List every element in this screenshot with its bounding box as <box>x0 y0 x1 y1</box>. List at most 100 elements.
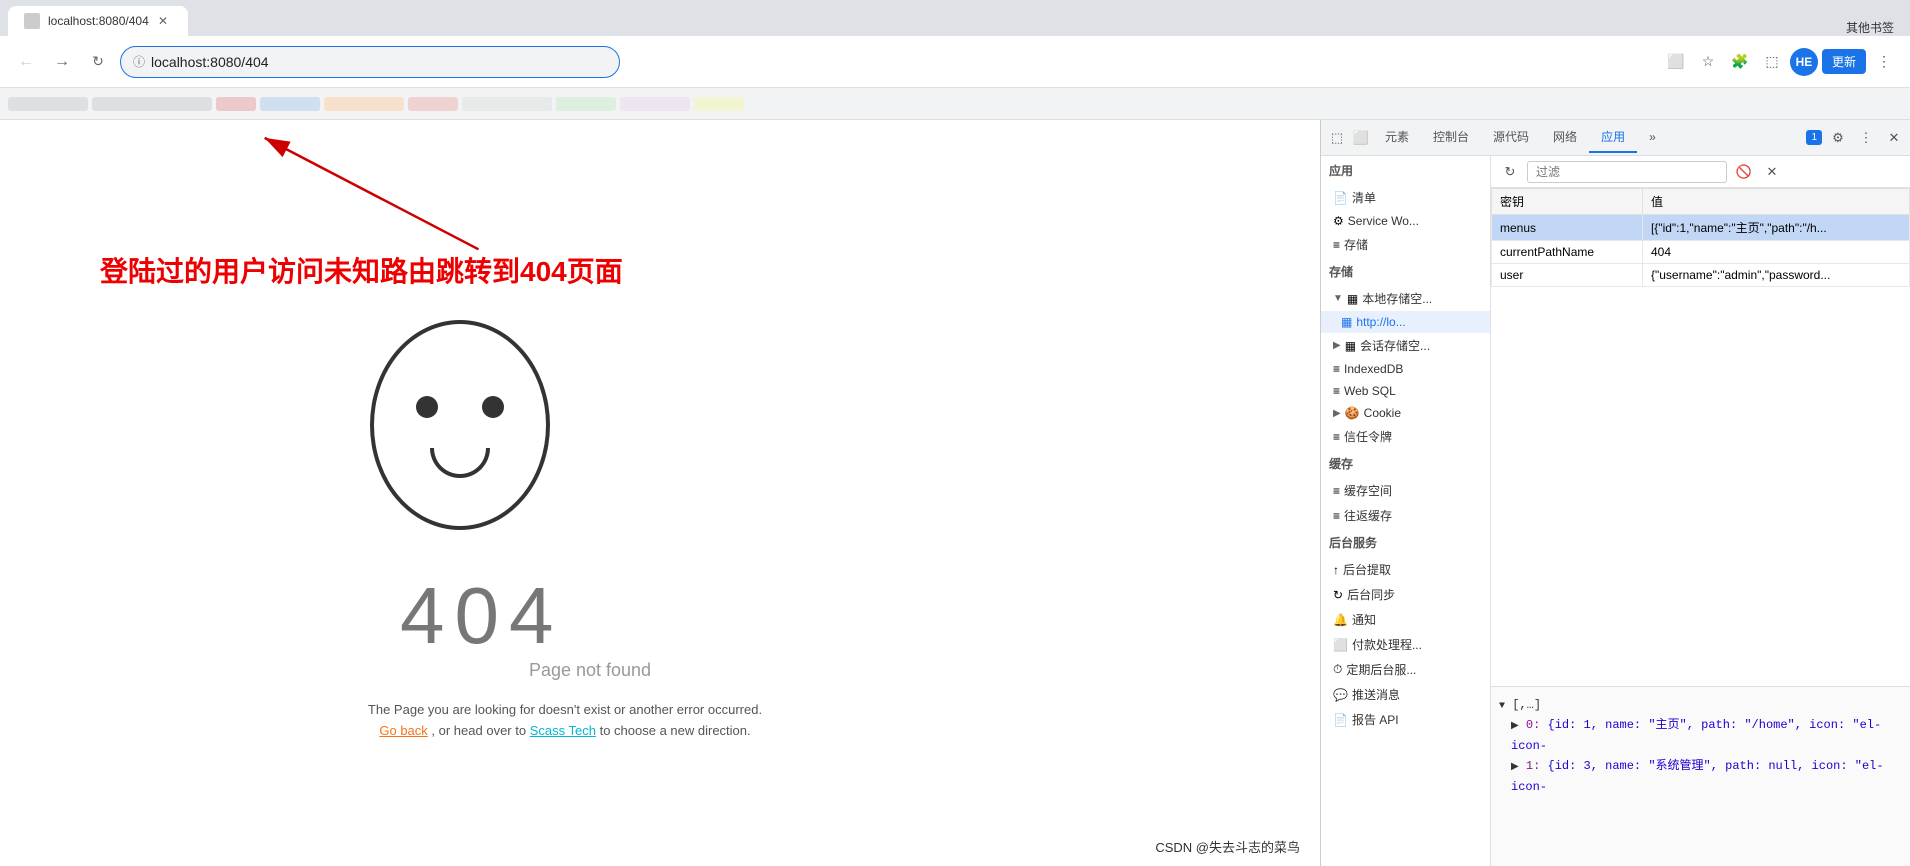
page-content: 登陆过的用户访问未知路由跳转到404页面 404 Page not found <box>0 120 1320 866</box>
devtools-badge: 1 <box>1806 130 1822 145</box>
devtools-tab-more[interactable]: » <box>1637 124 1668 152</box>
sidebar-item-storage-overview[interactable]: ≡ 存储 <box>1321 232 1490 257</box>
sidebar-section-storage: 存储 <box>1321 257 1490 286</box>
devtools-tab-sources[interactable]: 源代码 <box>1481 122 1541 153</box>
devtools-tab-network[interactable]: 网络 <box>1541 122 1589 153</box>
refresh-storage-button[interactable]: ↻ <box>1499 161 1521 183</box>
devtools-panel: ⬚ ⬜ 元素 控制台 源代码 网络 应用 » 1 ⚙ ⋮ ✕ 应用 📄 <box>1320 120 1910 866</box>
item1-value: {id: 3, name: "系统管理", path: null, icon: … <box>1511 759 1884 793</box>
bookmark-2 <box>92 97 212 111</box>
annotation-text: 登陆过的用户访问未知路由跳转到404页面 <box>100 250 623 290</box>
sidebar-item-notifications[interactable]: 🔔 通知 <box>1321 607 1490 632</box>
devtools-tab-application[interactable]: 应用 <box>1589 122 1637 153</box>
devtools-settings-icon[interactable]: ⚙ <box>1826 126 1850 150</box>
app-main-panel: ↻ 🚫 ✕ 密钥 值 <box>1491 156 1910 866</box>
session-storage-label: 会话存储空... <box>1360 337 1430 354</box>
row-key: menus <box>1492 215 1643 241</box>
bookmark-button[interactable]: ☆ <box>1694 48 1722 76</box>
value-expand-icon[interactable]: ▼ <box>1499 701 1505 712</box>
local-storage-expand-icon: ▼ <box>1333 293 1343 304</box>
sidebar-item-periodic-bg-sync[interactable]: ⏱ 定期后台服... <box>1321 657 1490 682</box>
sad-face-container <box>360 320 560 560</box>
cache-storage-icon: ≡ <box>1333 484 1340 498</box>
profile-button[interactable]: HE <box>1790 48 1818 76</box>
payment-handler-icon: ⬜ <box>1333 638 1348 652</box>
item0-key: 0: <box>1526 718 1548 732</box>
app-sidebar: 应用 📄 清单 ⚙ Service Wo... ≡ 存储 存储 ▼ ▦ <box>1321 156 1491 866</box>
forward-button[interactable]: → <box>48 48 76 76</box>
cookie-label: Cookie <box>1364 406 1401 420</box>
sidebar-item-local-storage[interactable]: ▼ ▦ 本地存储空... <box>1321 286 1490 311</box>
reporting-api-icon: 📄 <box>1333 713 1348 727</box>
notifications-icon: 🔔 <box>1333 613 1348 627</box>
sidebar-item-bg-sync[interactable]: ↻ 后台同步 <box>1321 582 1490 607</box>
sidebar-section-cache: 缓存 <box>1321 449 1490 478</box>
sidebar-section-app: 应用 <box>1321 156 1490 185</box>
item1-expand-icon[interactable]: ▶ <box>1511 762 1519 773</box>
local-storage-icon: ▦ <box>1347 292 1358 306</box>
table-row[interactable]: menus [{"id":1,"name":"主页","path":"/h... <box>1492 215 1910 241</box>
address-bar[interactable]: ⓘ localhost:8080/404 <box>120 46 620 78</box>
periodic-bg-sync-label: 定期后台服... <box>1346 661 1416 678</box>
sidebar-item-localhost[interactable]: ▦ http://lo... <box>1321 311 1490 333</box>
sidebar-item-session-storage[interactable]: ▶ ▦ 会话存储空... <box>1321 333 1490 358</box>
sidebar-item-cookie[interactable]: ▶ 🍪 Cookie <box>1321 402 1490 424</box>
indexeddb-icon: ≡ <box>1333 362 1340 376</box>
session-storage-icon: ▦ <box>1345 339 1356 353</box>
go-back-link[interactable]: Go back <box>379 723 427 738</box>
filter-input[interactable] <box>1527 161 1727 183</box>
navigation-bar: ← → ↻ ⓘ localhost:8080/404 ⬜ ☆ 🧩 ⬚ HE 更新… <box>0 36 1910 88</box>
push-messaging-label: 推送消息 <box>1352 686 1400 703</box>
row-value: 404 <box>1642 241 1909 264</box>
sidebar-item-indexeddb[interactable]: ≡ IndexedDB <box>1321 358 1490 380</box>
item0-expand-icon[interactable]: ▶ <box>1511 721 1519 732</box>
update-button[interactable]: 更新 <box>1822 49 1866 74</box>
trust-tokens-label: 信任令牌 <box>1344 428 1392 445</box>
devtools-inspect-icon[interactable]: ⬚ <box>1325 126 1349 150</box>
localhost-icon: ▦ <box>1341 315 1352 329</box>
clear-filter-button[interactable]: 🚫 <box>1733 161 1755 183</box>
devtools-more-icon[interactable]: ⋮ <box>1854 126 1878 150</box>
sidebar-item-reporting-api[interactable]: 📄 报告 API <box>1321 707 1490 732</box>
app-toolbar: ↻ 🚫 ✕ <box>1491 156 1910 188</box>
extensions-button[interactable]: 🧩 <box>1726 48 1754 76</box>
settings-button[interactable]: ⋮ <box>1870 48 1898 76</box>
devtools-mobile-icon[interactable]: ⬜ <box>1349 126 1373 150</box>
reload-button[interactable]: ↻ <box>84 48 112 76</box>
sidebar-item-web-sql[interactable]: ≡ Web SQL <box>1321 380 1490 402</box>
storage-overview-icon: ≡ <box>1333 238 1340 252</box>
tab-close-button[interactable]: ✕ <box>154 12 172 30</box>
secure-icon: ⓘ <box>133 53 145 70</box>
col-key: 密钥 <box>1492 189 1643 215</box>
sidebar-item-trust-tokens[interactable]: ≡ 信任令牌 <box>1321 424 1490 449</box>
devtools-close-icon[interactable]: ✕ <box>1882 126 1906 150</box>
sidebar-item-payment-handler[interactable]: ⬜ 付款处理程... <box>1321 632 1490 657</box>
bg-sync-icon: ↻ <box>1333 588 1343 602</box>
cast-button[interactable]: ⬜ <box>1662 48 1690 76</box>
local-storage-label: 本地存储空... <box>1362 290 1432 307</box>
sidebar-item-bg-fetch[interactable]: ↑ 后台提取 <box>1321 557 1490 582</box>
cookie-expand-icon: ▶ <box>1333 408 1341 419</box>
delete-all-button[interactable]: ✕ <box>1761 161 1783 183</box>
table-row[interactable]: currentPathName 404 <box>1492 241 1910 264</box>
bookmarks-label: 其他书签 <box>1846 19 1894 36</box>
bookmark-1 <box>8 97 88 111</box>
bg-fetch-icon: ↑ <box>1333 563 1339 577</box>
storage-overview-label: 存储 <box>1344 236 1368 253</box>
sidebar-item-push-messaging[interactable]: 💬 推送消息 <box>1321 682 1490 707</box>
browser-profile-icon[interactable]: ⬚ <box>1758 48 1786 76</box>
tab-title: localhost:8080/404 <box>48 14 149 28</box>
back-button[interactable]: ← <box>12 48 40 76</box>
sad-face <box>370 320 550 530</box>
sidebar-item-cache-storage[interactable]: ≡ 缓存空间 <box>1321 478 1490 503</box>
devtools-tab-console[interactable]: 控制台 <box>1421 122 1481 153</box>
sidebar-item-back-forward-cache[interactable]: ≡ 往返缓存 <box>1321 503 1490 528</box>
value-root: ▼ [,…] <box>1499 695 1902 715</box>
devtools-tab-elements[interactable]: 元素 <box>1373 122 1421 153</box>
sidebar-item-manifest[interactable]: 📄 清单 <box>1321 185 1490 210</box>
active-tab[interactable]: localhost:8080/404 ✕ <box>8 6 188 36</box>
scass-link[interactable]: Scass Tech <box>530 723 596 738</box>
localhost-label: http://lo... <box>1356 315 1405 329</box>
table-row[interactable]: user {"username":"admin","password... <box>1492 264 1910 287</box>
sidebar-item-service-worker[interactable]: ⚙ Service Wo... <box>1321 210 1490 232</box>
